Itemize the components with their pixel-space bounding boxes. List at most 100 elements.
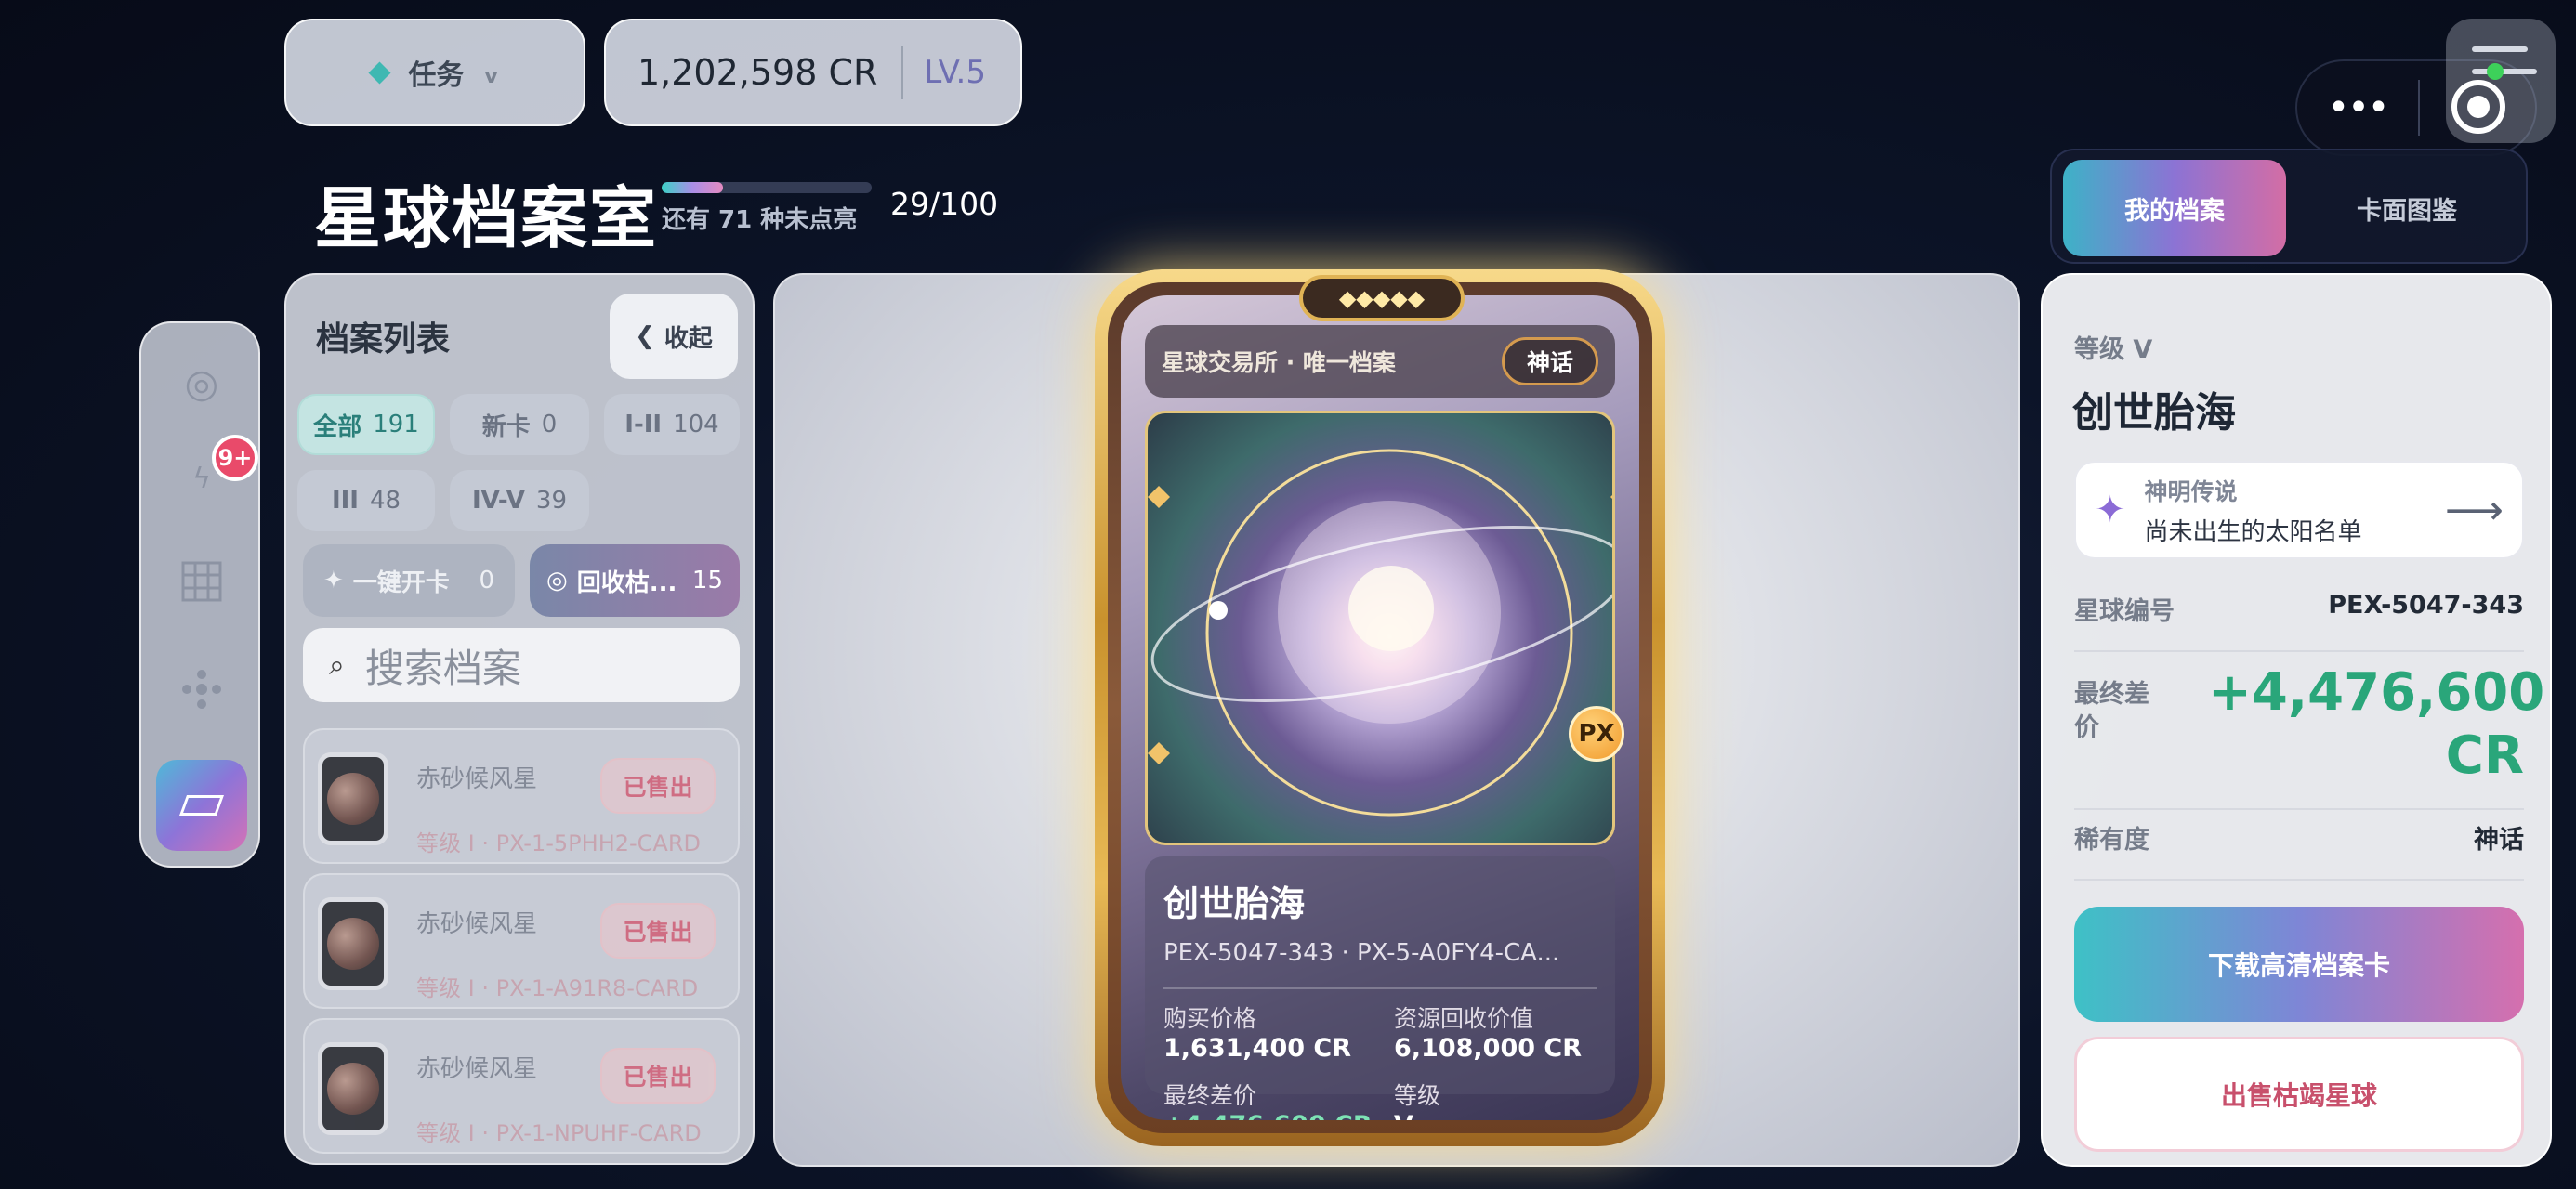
detail-panel: 等级 V 创世胎海 ✦ 神明传说 尚未出生的太阳名单 ⟶ 星球编号 PEX-50… — [2041, 273, 2552, 1167]
diamond-icon — [368, 60, 391, 85]
planet-meta: 等级 I · PX-1-A91R8-CARD — [416, 975, 699, 1001]
list-item[interactable]: 赤砂候风星 已售出 等级 I · PX-1-A91R8-CARD — [303, 873, 740, 1009]
search-input[interactable]: ⌕ 搜索档案 — [303, 628, 740, 702]
planet-meta: 等级 I · PX-1-5PHH2-CARD — [416, 830, 701, 856]
card-level-value: V — [1394, 1111, 1597, 1120]
recycle-button[interactable]: ◎ 回收枯... 15 — [530, 544, 740, 617]
credits-display: 1,202,598 CR LV.5 — [604, 19, 1022, 126]
recycle-value: 6,108,000 CR — [1394, 1034, 1583, 1063]
filter-i-ii[interactable]: I-II 104 — [604, 394, 740, 455]
recycle-label: 回收枯... — [576, 568, 677, 597]
filter-iv-v[interactable]: IV-V 39 — [450, 470, 589, 531]
collection-progress-bar — [662, 182, 872, 193]
task-button[interactable]: 任务 v — [284, 19, 585, 126]
detail-level: 等级 V — [2074, 335, 2153, 364]
filter-new[interactable]: 新卡 0 — [450, 394, 589, 455]
rarity-label: 稀有度 — [2074, 826, 2149, 855]
progress-remaining-text: 还有 71 种未点亮 — [662, 206, 858, 234]
card-planet-name: 创世胎海 — [1163, 883, 1306, 924]
progress-fill — [662, 182, 723, 193]
legend-link[interactable]: ✦ 神明传说 尚未出生的太阳名单 ⟶ — [2074, 461, 2524, 559]
final-diff-value: +4,476,600 CR — [1163, 1111, 1394, 1120]
recycle-count: 15 — [691, 567, 723, 594]
nodes-icon[interactable] — [141, 669, 262, 719]
card-border: 星球交易所 · 唯一档案 神话 创世胎海 PEX-5047-343 · PX-5… — [1108, 282, 1652, 1133]
rarity-diamonds: ◆◆◆◆◆ — [1299, 275, 1465, 321]
card-icon[interactable] — [156, 760, 247, 851]
side-rail: ◎ ϟ — [139, 321, 260, 868]
filter-label: III — [331, 487, 359, 515]
archive-list-panel: 档案列表 ❮ 收起 全部 191 新卡 0 I-II 104 III 48 IV-V 39… — [284, 273, 755, 1165]
planet-thumbnail — [318, 752, 388, 845]
filter-count: 48 — [369, 487, 401, 515]
recycle-value-label: 资源回收价值 — [1394, 1005, 1534, 1032]
chevron-down-icon: v — [484, 64, 498, 88]
detail-planet-name: 创世胎海 — [2072, 389, 2236, 437]
rarity-row: 稀有度 神话 — [2074, 819, 2524, 881]
planet-meta: 等级 I · PX-1-NPUHF-CARD — [416, 1120, 702, 1146]
one-key-count: 0 — [479, 567, 494, 594]
record-icon[interactable] — [2451, 80, 2505, 134]
search-placeholder: 搜索档案 — [364, 645, 521, 691]
download-card-button[interactable]: 下载高清档案卡 — [2074, 907, 2524, 1022]
planet-name: 赤砂候风星 — [416, 910, 538, 938]
divider — [901, 46, 904, 99]
status-dot-icon — [2487, 63, 2504, 80]
filter-label: 新卡 — [481, 412, 531, 441]
planet-id-value: PEX-5047-343 — [2328, 591, 2524, 620]
player-level: LV.5 — [924, 54, 986, 91]
card-face: 星球交易所 · 唯一档案 神话 创世胎海 PEX-5047-343 · PX-5… — [1121, 295, 1639, 1120]
sparkle-icon: ✦ — [2095, 489, 2126, 531]
card-codes: PEX-5047-343 · PX-5-A0FY4-CA... — [1163, 939, 1560, 967]
list-item[interactable]: 赤砂候风星 已售出 等级 I · PX-1-5PHH2-CARD — [303, 728, 740, 864]
tab-my-archive[interactable]: 我的档案 — [2063, 160, 2286, 256]
record-button[interactable] — [2446, 19, 2556, 143]
collapse-button[interactable]: ❮ 收起 — [610, 294, 738, 379]
planet-thumbnail — [318, 1042, 388, 1135]
divider — [1163, 987, 1597, 989]
recycle-icon: ◎ — [546, 567, 568, 594]
planet-card[interactable]: 星球交易所 · 唯一档案 神话 创世胎海 PEX-5047-343 · PX-5… — [1095, 269, 1665, 1146]
progress-count: 29/100 — [890, 186, 999, 222]
filter-label: I-II — [624, 411, 663, 438]
filter-label: IV-V — [471, 487, 525, 515]
legend-title: 神明传说 — [2144, 477, 2238, 505]
sell-planet-button[interactable]: 出售枯竭星球 — [2074, 1037, 2524, 1152]
sold-badge: 已售出 — [600, 903, 716, 959]
card-level-label: 等级 — [1394, 1082, 1441, 1109]
list-item[interactable]: 赤砂候风星 已售出 等级 I · PX-1-NPUHF-CARD — [303, 1018, 740, 1154]
final-diff-row: 最终差价 +4,476,600 CR — [2074, 661, 2545, 810]
sold-badge: 已售出 — [600, 1048, 716, 1104]
buy-price-value: 1,631,400 CR — [1163, 1034, 1352, 1063]
filter-count: 191 — [373, 411, 419, 438]
filter-all[interactable]: 全部 191 — [297, 394, 435, 455]
menu-line-icon — [2472, 46, 2528, 52]
menu-line-icon — [2472, 69, 2537, 74]
tab-card-gallery[interactable]: 卡面图鉴 — [2295, 160, 2518, 256]
task-label: 任务 — [408, 59, 465, 92]
final-diff-value: +4,476,600 CR — [2208, 662, 2545, 786]
more-icon[interactable]: ••• — [2297, 86, 2418, 129]
buy-price-label: 购买价格 — [1163, 1005, 1257, 1032]
credits-value: 1,202,598 CR — [637, 52, 878, 93]
planet-id-label: 星球编号 — [2074, 597, 2175, 626]
px-token-icon: PX — [1569, 706, 1624, 762]
filter-iii[interactable]: III 48 — [297, 470, 435, 531]
filter-label: 全部 — [313, 412, 362, 441]
grid-icon[interactable] — [141, 561, 262, 611]
final-diff-label: 最终差价 — [1163, 1082, 1257, 1109]
chevron-left-icon: ❮ — [635, 322, 655, 350]
sparkle-icon: ✦ — [323, 567, 344, 594]
planet-thumbnail — [318, 897, 388, 990]
target-icon[interactable]: ◎ — [141, 360, 262, 406]
legend-text: 尚未出生的太阳名单 — [2144, 517, 2362, 546]
search-icon: ⌕ — [329, 648, 345, 682]
one-key-open-button[interactable]: ✦ 一键开卡 0 — [303, 544, 515, 617]
rarity-tag: 神话 — [1501, 337, 1598, 385]
final-diff-label: 最终差价 — [2074, 680, 2149, 742]
planet-id-row: 星球编号 PEX-5047-343 — [2074, 591, 2524, 652]
notification-badge: 9+ — [212, 435, 258, 481]
planet-name: 赤砂候风星 — [416, 765, 538, 793]
list-title: 档案列表 — [316, 320, 451, 359]
rarity-value: 神话 — [2474, 826, 2524, 855]
